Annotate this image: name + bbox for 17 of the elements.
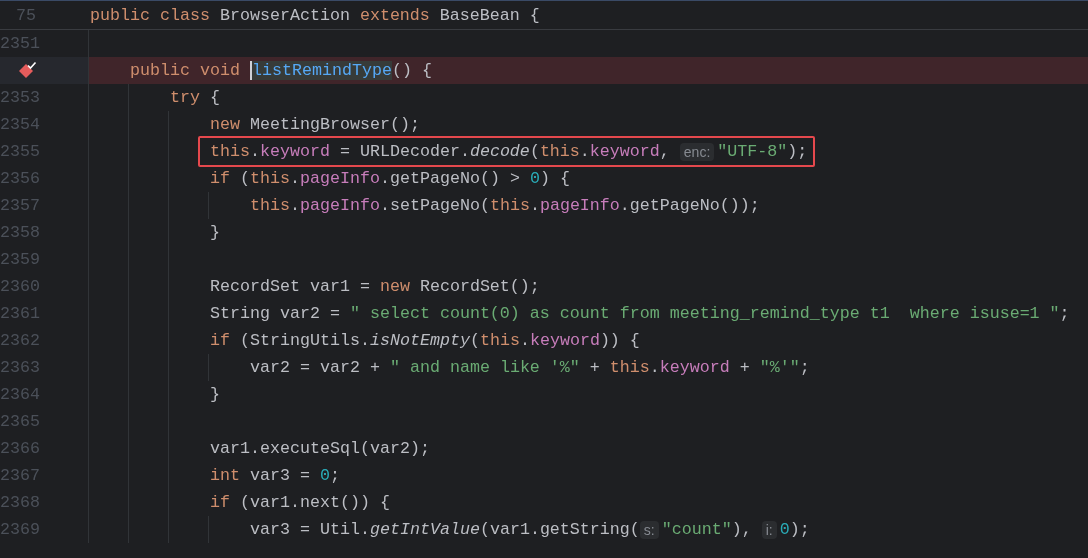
code-line: var2 = var2 + " and name like '%" + this.keyword + "%'"; — [250, 358, 810, 377]
code-line: this.pageInfo.setPageNo(this.pageInfo.getPageNo()); — [250, 196, 760, 215]
code-line: if (this.pageInfo.getPageNo() > 0) { — [210, 169, 570, 188]
code-line: } — [210, 385, 220, 404]
code-line: if (var1.next()) { — [210, 493, 390, 512]
code-line: int var3 = 0; — [210, 466, 340, 485]
code-line: RecordSet var1 = new RecordSet(); — [210, 277, 540, 296]
code-line: if (StringUtils.isNotEmpty(this.keyword)) { — [210, 331, 640, 350]
code-line: var3 = Util.getIntValue(var1.getString( s: "count"), i: 0); — [250, 520, 810, 539]
code-line: public class BrowserAction extends BaseBean { — [90, 5, 540, 25]
code-line: try { — [170, 88, 220, 107]
code-line: new MeetingBrowser(); — [210, 115, 420, 134]
code-line: this.keyword = URLDecoder.decode(this.keyword, enc: "UTF-8"); — [210, 142, 808, 161]
code-line: String var2 = " select count(0) as count from meeting_remind_type t1 where isuse=1 "; — [210, 304, 1070, 323]
code-line: public void listRemindType() { — [130, 61, 432, 80]
code-line: } — [210, 223, 220, 242]
code-line: var1.executeSql(var2); — [210, 439, 430, 458]
